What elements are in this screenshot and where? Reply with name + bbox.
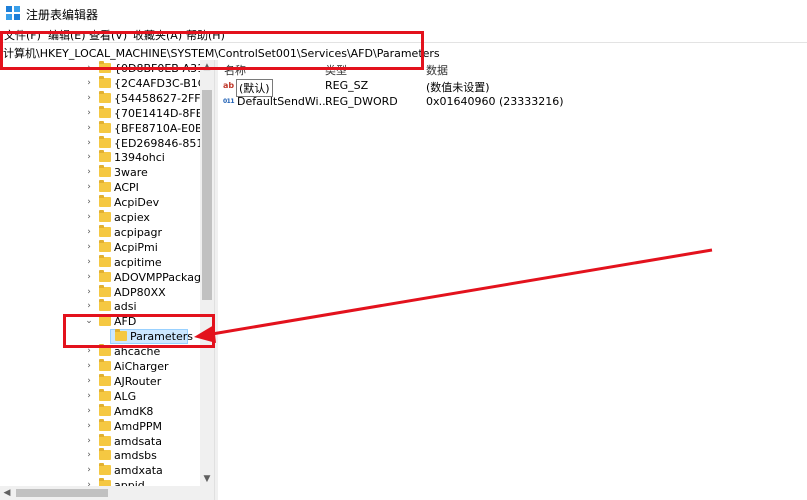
annotation-arrow-line bbox=[211, 248, 713, 336]
annotation-arrowhead bbox=[194, 325, 216, 343]
annotation-arrow bbox=[194, 248, 713, 343]
